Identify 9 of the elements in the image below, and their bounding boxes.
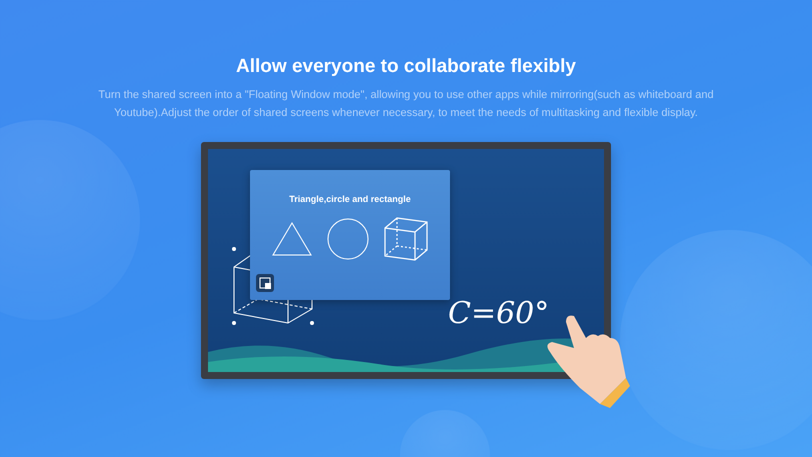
heading: Allow everyone to collaborate flexibly (236, 56, 576, 78)
triangle-icon (271, 221, 313, 257)
description: Turn the shared screen into a "Floating Window mode", allowing you to use other apps while mirroring(such as whiteboard and Youtube).Adjust the order of shared screens whenever necessary, to meet the needs of multitasking and flexible display. (97, 88, 715, 121)
cube-icon (383, 216, 429, 262)
floating-window-title: Triangle,circle and rectangle (289, 194, 411, 204)
floating-window[interactable]: Triangle,circle and rectangle (250, 170, 450, 300)
handwriting: C=60° (448, 296, 550, 331)
resize-window-icon[interactable] (256, 274, 274, 292)
circle-icon (327, 218, 369, 260)
